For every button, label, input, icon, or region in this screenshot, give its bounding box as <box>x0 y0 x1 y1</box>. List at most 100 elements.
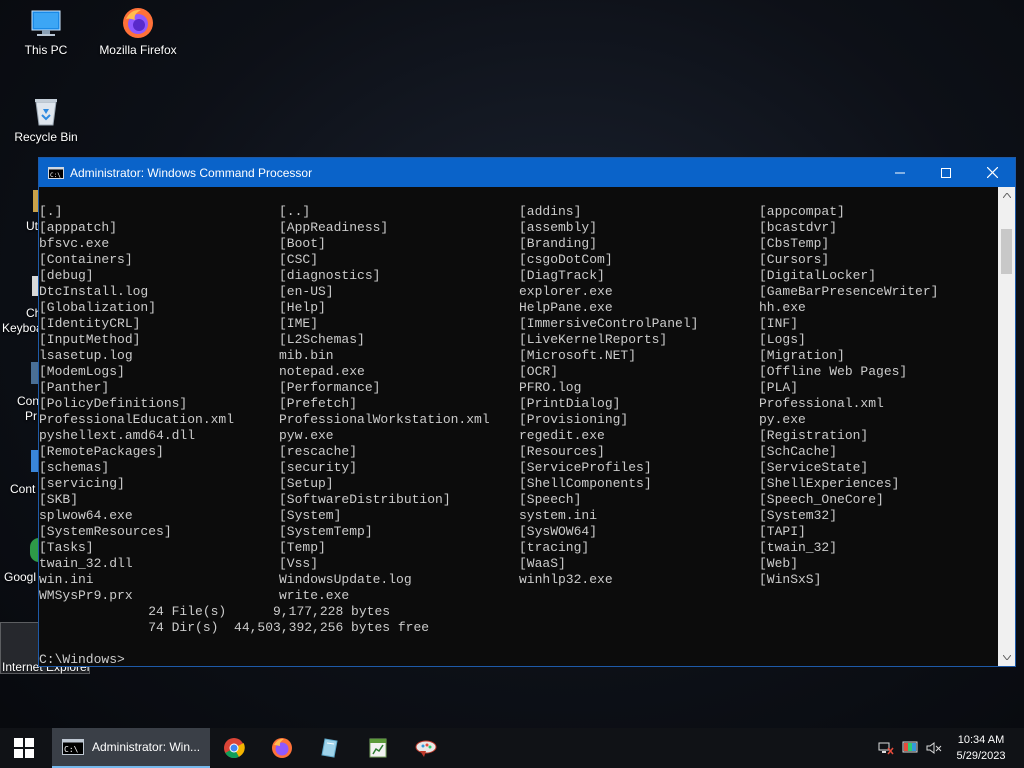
dir-row: [Containers] [CSC] [csgoDotCom] [Cursors] <box>39 252 998 268</box>
scroll-down-button[interactable] <box>998 649 1015 666</box>
maximize-button[interactable] <box>923 158 969 187</box>
dir-entry: [Web] <box>759 556 799 571</box>
dir-entry: ProfessionalEducation.xml <box>39 412 235 427</box>
dir-entry: win.ini <box>39 572 94 587</box>
chevron-down-icon <box>1002 655 1011 660</box>
dir-row: win.ini WindowsUpdate.log winhlp32.exe [Win… <box>39 572 998 588</box>
dir-entry: bfsvc.exe <box>39 236 110 251</box>
dir-row: pyshellext.amd64.dll pyw.exe regedit.exe [R… <box>39 428 998 444</box>
command-prompt[interactable]: C:\Windows> <box>39 652 998 666</box>
dir-entry: [Performance] <box>279 380 381 395</box>
dir-entry: [assembly] <box>519 220 598 235</box>
chrome-icon <box>224 738 245 759</box>
dir-row: [Globalization] [Help] HelpPane.exe hh.exe <box>39 300 998 316</box>
dir-entry: [WaaS] <box>519 556 566 571</box>
dir-entry: [SystemTemp] <box>279 524 373 539</box>
dir-row: [IdentityCRL] [IME] [ImmersiveControlPanel… <box>39 316 998 332</box>
vertical-scrollbar[interactable] <box>998 187 1015 666</box>
desktop-icon-label-partial: Keyboa <box>2 321 43 335</box>
dir-entry: [diagnostics] <box>279 268 381 283</box>
dir-entry: regedit.exe <box>519 428 605 443</box>
dir-row: WMSysPr9.prx write.exe <box>39 588 998 604</box>
desktop-icon-this-pc[interactable]: This PC <box>6 8 86 57</box>
dir-entry: system.ini <box>519 508 598 523</box>
dir-entry: [servicing] <box>39 476 125 491</box>
taskbar-pin-notepad-plus[interactable] <box>306 728 354 768</box>
desktop-icon-recycle-bin[interactable]: Recycle Bin <box>6 95 86 144</box>
dir-entry: [LiveKernelReports] <box>519 332 668 347</box>
dir-entry: WindowsUpdate.log <box>279 572 412 587</box>
dir-row: [InputMethod] [L2Schemas] [LiveKernelRepor… <box>39 332 998 348</box>
tray-volume[interactable] <box>922 728 946 768</box>
desktop-icon-firefox[interactable]: Mozilla Firefox <box>98 6 178 57</box>
dir-row: bfsvc.exe [Boot] [Branding] [CbsTemp] <box>39 236 998 252</box>
dir-entry: [Help] <box>279 300 326 315</box>
scroll-up-button[interactable] <box>998 187 1015 204</box>
dir-row: ProfessionalEducation.xml ProfessionalWor… <box>39 412 998 428</box>
taskbar-pin-spreadsheet[interactable] <box>354 728 402 768</box>
dir-entry: WMSysPr9.prx <box>39 588 133 603</box>
dir-entry: [csgoDotCom] <box>519 252 613 267</box>
dir-entry: [SoftwareDistribution] <box>279 492 451 507</box>
dir-entry: pyw.exe <box>279 428 334 443</box>
dir-entry: [Tasks] <box>39 540 94 555</box>
dir-row: [Panther] [Performance] PFRO.log [PLA] <box>39 380 998 396</box>
taskbar-pin-firefox[interactable] <box>258 728 306 768</box>
paint-tool-icon <box>415 740 437 757</box>
dir-row: DtcInstall.log [en-US] explorer.exe [GameBa… <box>39 284 998 300</box>
cmd-window[interactable]: C:\ Administrator: Windows Command Proce… <box>38 157 1016 667</box>
dir-entry: py.exe <box>759 412 806 427</box>
dir-row: [.] [..] [addins] [appcompat] <box>39 204 998 220</box>
dir-entry: [Logs] <box>759 332 806 347</box>
svg-text:C:\: C:\ <box>50 172 61 179</box>
dir-entry <box>519 588 759 604</box>
dir-entry: [ServiceState] <box>759 460 869 475</box>
dir-entry: [CbsTemp] <box>759 236 830 251</box>
dir-row: [ModemLogs] notepad.exe [OCR] [Offline Web … <box>39 364 998 380</box>
clock-date: 5/29/2023 <box>956 750 1006 762</box>
dir-entry: Professional.xml <box>759 396 884 411</box>
dir-entry: [Panther] <box>39 380 110 395</box>
tray-network[interactable] <box>874 728 898 768</box>
console-output[interactable]: [.] [..] [addins] [appcompat] [apppatch] [App… <box>39 187 998 666</box>
dir-row: lsasetup.log mib.bin [Microsoft.NET] [Migra… <box>39 348 998 364</box>
desktop-icon-label-partial: Pr <box>25 409 37 423</box>
minimize-button[interactable] <box>877 158 923 187</box>
dir-entry: [tracing] <box>519 540 590 555</box>
start-button[interactable] <box>0 728 48 768</box>
summary-dirs: 74 Dir(s) 44,503,392,256 bytes free <box>39 620 430 635</box>
taskbar-clock[interactable]: 10:34 AM 5/29/2023 <box>946 732 1016 764</box>
dir-entry: [InputMethod] <box>39 332 141 347</box>
taskbar-item-label: Administrator: Win... <box>92 740 201 754</box>
desktop-icon-label: Recycle Bin <box>14 130 78 144</box>
desktop-icon-label: This PC <box>24 43 68 57</box>
dir-entry: [SysWOW64] <box>519 524 598 539</box>
dir-row: [apppatch] [AppReadiness] [assembly] [bcast… <box>39 220 998 236</box>
dir-entry: [DigitalLocker] <box>759 268 877 283</box>
tray-display[interactable] <box>898 728 922 768</box>
taskbar-item-cmd[interactable]: C:\ Administrator: Win... <box>52 728 210 768</box>
taskbar-pin-paint-tool[interactable] <box>402 728 450 768</box>
dir-row: [PolicyDefinitions] [Prefetch] [PrintDialo… <box>39 396 998 412</box>
desktop-icon-label-partial: Googl <box>4 570 37 584</box>
titlebar[interactable]: C:\ Administrator: Windows Command Proce… <box>39 158 1015 187</box>
dir-entry: [appcompat] <box>759 204 845 219</box>
dir-entry: splwow64.exe <box>39 508 133 523</box>
taskbar-pin-chrome[interactable] <box>210 728 258 768</box>
dir-entry: [Resources] <box>519 444 605 459</box>
chevron-up-icon <box>1002 193 1011 198</box>
dir-entry: notepad.exe <box>279 364 365 379</box>
scroll-thumb[interactable] <box>1001 229 1012 274</box>
dir-entry: [addins] <box>519 204 582 219</box>
desktop-icon-label-partial: Con <box>17 394 40 408</box>
close-button[interactable] <box>969 158 1015 187</box>
window-title: Administrator: Windows Command Processor <box>70 165 313 180</box>
dir-row: [servicing] [Setup] [ShellComponents] [Shel… <box>39 476 998 492</box>
dir-entry: [Boot] <box>279 236 326 251</box>
dir-entry: [IdentityCRL] <box>39 316 141 331</box>
dir-row: [Tasks] [Temp] [tracing] [twain_32] <box>39 540 998 556</box>
summary-files: 24 File(s) 9,177,228 bytes <box>39 604 391 619</box>
dir-entry: [CSC] <box>279 252 319 267</box>
system-tray: 10:34 AM 5/29/2023 <box>874 728 1024 768</box>
dir-entry: [TAPI] <box>759 524 806 539</box>
